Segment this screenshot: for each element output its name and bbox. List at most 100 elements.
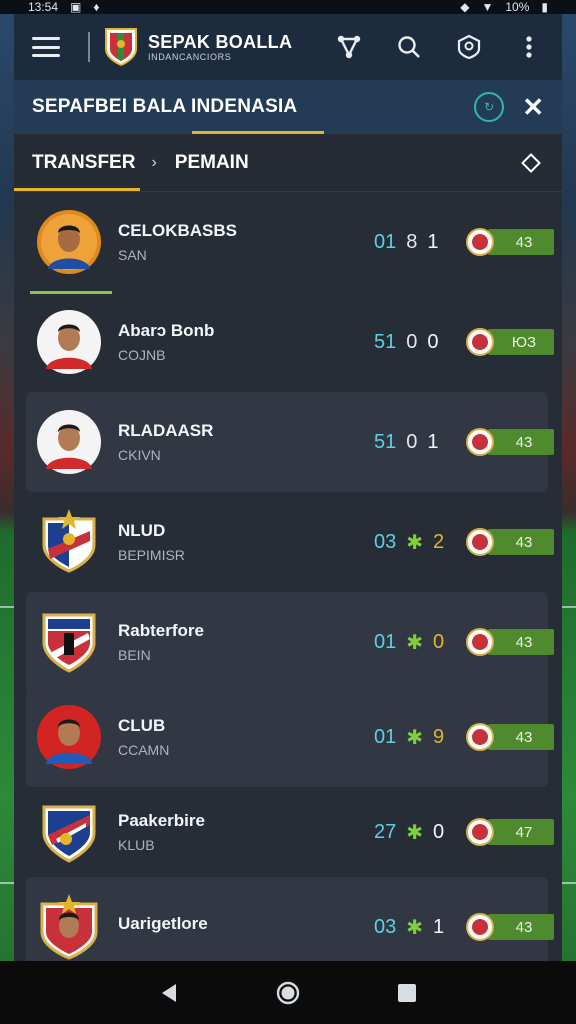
- rating-badge[interactable]: ЮЗ: [466, 328, 554, 356]
- stat-tertiary: 1: [427, 230, 439, 253]
- player-name: CELOKBASBS: [118, 221, 238, 240]
- player-club: CCAMN: [118, 742, 170, 758]
- stat-primary: 27: [374, 820, 397, 843]
- system-nav-bar: [0, 961, 576, 1024]
- avatar: [36, 704, 102, 770]
- club-badge-icon: [466, 723, 494, 751]
- stat-secondary: ✱: [406, 916, 424, 939]
- player-club: BEIN: [118, 647, 151, 663]
- stat-secondary: ✱: [406, 821, 424, 844]
- search-icon[interactable]: [394, 32, 424, 62]
- club-badge-icon: [466, 913, 494, 941]
- player-name: CLUB: [118, 716, 166, 735]
- rating-badge[interactable]: 43: [466, 628, 554, 656]
- rating-badge[interactable]: 43: [466, 528, 554, 556]
- list-item[interactable]: Rabterfore BEIN 01 ✱ 0 43: [26, 592, 554, 692]
- close-icon[interactable]: ✕: [522, 94, 544, 120]
- club-badge-icon: [466, 528, 494, 556]
- player-name: Uarigetlore: [118, 914, 208, 933]
- stat-secondary: 8: [406, 230, 418, 253]
- stat-secondary: 0: [406, 330, 418, 353]
- list-item[interactable]: RLADAASR CKIVN 51 0 1 43: [26, 392, 554, 492]
- rating-badge[interactable]: 43: [466, 723, 554, 751]
- chevron-right-icon: ›: [151, 153, 157, 171]
- player-stats: 51 0 1: [374, 431, 439, 454]
- stats-icon[interactable]: ↻: [474, 92, 505, 122]
- rating-value: 43: [488, 229, 554, 255]
- player-name: RLADAASR: [118, 421, 214, 440]
- stat-primary: 01: [374, 630, 397, 653]
- menu-icon[interactable]: [32, 37, 60, 57]
- player-stats: 03 ✱ 1: [374, 915, 444, 940]
- network-icon: ▼: [481, 0, 494, 14]
- app-window: SEPAK BOALLA INDANCANCIORS SEPAFBEI BALA…: [14, 14, 562, 961]
- brand: SEPAK BOALLA INDANCANCIORS: [148, 33, 292, 62]
- filter-diamond-icon[interactable]: [521, 152, 541, 173]
- section-header: SEPAFBEI BALA INDENASIA ↻ ✕: [14, 80, 562, 134]
- avatar: [36, 894, 102, 960]
- stat-tertiary: 2: [433, 530, 445, 553]
- avatar: [36, 409, 102, 475]
- list-item[interactable]: CLUB CCAMN 01 ✱ 9 43: [26, 687, 554, 787]
- home-icon[interactable]: [276, 981, 300, 1005]
- player-stats: 01 8 1: [374, 231, 439, 254]
- stat-primary: 03: [374, 530, 397, 553]
- stat-tertiary: 1: [433, 915, 445, 938]
- player-stats: 01 ✱ 0: [374, 630, 444, 655]
- wifi-icon: ◆: [460, 0, 470, 14]
- share-icon[interactable]: [334, 32, 364, 62]
- breadcrumb-indicator: [14, 188, 140, 191]
- player-stats: 27 ✱ 0: [374, 820, 444, 845]
- list-item[interactable]: Abarɔ Bonb COJNB 51 0 0 ЮЗ: [26, 292, 554, 392]
- player-stats: 01 ✱ 9: [374, 725, 444, 750]
- rating-badge[interactable]: 43: [466, 228, 554, 256]
- rating-value: 43: [488, 429, 554, 455]
- recents-icon[interactable]: [396, 982, 418, 1004]
- app-bar: SEPAK BOALLA INDANCANCIORS: [14, 14, 562, 80]
- player-club: CKIVN: [118, 447, 161, 463]
- avatar: [36, 799, 102, 865]
- stat-tertiary: 0: [427, 330, 439, 353]
- rating-value: 47: [488, 819, 554, 845]
- list-item[interactable]: CELOKBASBS SAN 01 8 1 43: [26, 192, 554, 294]
- rating-value: 43: [488, 724, 554, 750]
- rating-value: 43: [488, 914, 554, 940]
- breadcrumb-pemain[interactable]: PEMAIN: [175, 152, 249, 174]
- player-club: SAN: [118, 247, 147, 263]
- player-stats: 51 0 0: [374, 331, 439, 354]
- list-item[interactable]: NLUD BEPIMISR 03 ✱ 2 43: [26, 492, 554, 592]
- stat-secondary: ✱: [406, 631, 424, 654]
- player-stats: 03 ✱ 2: [374, 530, 444, 555]
- rating-badge[interactable]: 43: [466, 428, 554, 456]
- stat-primary: 01: [374, 230, 397, 253]
- avatar: [36, 609, 102, 675]
- brand-subtitle: INDANCANCIORS: [148, 51, 232, 62]
- rating-badge[interactable]: 47: [466, 818, 554, 846]
- breadcrumb: TRANSFER › PEMAIN: [14, 134, 562, 192]
- more-options-icon[interactable]: [514, 32, 544, 62]
- rating-value: 43: [488, 629, 554, 655]
- player-name: Paakerbire: [118, 811, 205, 830]
- breadcrumb-transfer[interactable]: TRANSFER: [32, 152, 135, 174]
- player-club: COJNB: [118, 347, 166, 363]
- player-name: Rabterfore: [118, 621, 204, 640]
- profile-badge-icon[interactable]: [454, 32, 484, 62]
- player-name: Abarɔ Bonb: [118, 321, 215, 340]
- rating-badge[interactable]: 43: [466, 913, 554, 941]
- stat-tertiary: 9: [433, 725, 445, 748]
- list-item[interactable]: Uarigetlore 03 ✱ 1 43: [26, 877, 554, 961]
- signal-icon: ♦: [93, 0, 100, 14]
- page-title: SEPAFBEI BALA INDENASIA: [32, 96, 298, 117]
- club-badge-icon: [466, 328, 494, 356]
- club-badge-icon: [466, 228, 494, 256]
- stat-secondary: ✱: [406, 531, 424, 554]
- player-name: NLUD: [118, 521, 166, 540]
- stat-tertiary: 0: [433, 630, 445, 653]
- status-bar: 13:54 ▣ ♦ ◆ ▼ 10% ▮: [0, 0, 576, 14]
- rating-value: 43: [488, 529, 554, 555]
- battery-text: 10%: [505, 0, 530, 14]
- club-logo-icon: [105, 28, 137, 67]
- stat-secondary: 0: [406, 430, 418, 453]
- list-item[interactable]: Paakerbire KLUB 27 ✱ 0 47: [26, 782, 554, 882]
- back-icon[interactable]: [158, 982, 180, 1004]
